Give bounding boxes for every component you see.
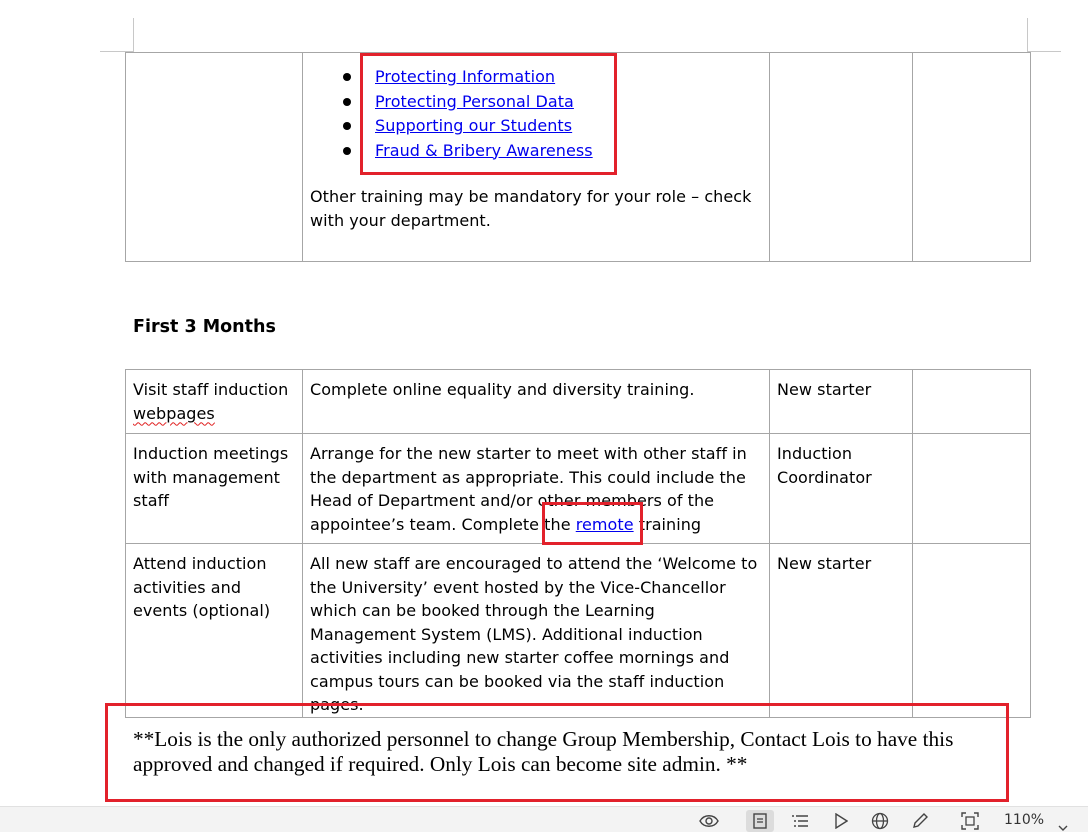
first-3-months-table: Visit staff induction webpages Complete … bbox=[125, 369, 1031, 718]
outline-view-icon[interactable] bbox=[786, 810, 814, 832]
owner-cell: New starter bbox=[769, 369, 913, 434]
zoom-level[interactable]: 110% bbox=[1004, 812, 1044, 828]
supporting-students-link[interactable]: Supporting our Students bbox=[375, 116, 572, 135]
fraud-bribery-link[interactable]: Fraud & Bribery Awareness bbox=[375, 141, 593, 160]
status-cell bbox=[912, 543, 1031, 718]
activity-cell: Visit staff induction webpages bbox=[125, 369, 303, 434]
section-heading: First 3 Months bbox=[133, 317, 276, 337]
chevron-down-icon[interactable] bbox=[1058, 816, 1068, 832]
description-cell: Arrange for the new starter to meet with… bbox=[302, 433, 770, 544]
protecting-personal-data-link[interactable]: Protecting Personal Data bbox=[375, 92, 574, 111]
protecting-information-link[interactable]: Protecting Information bbox=[375, 67, 555, 86]
pen-icon[interactable] bbox=[906, 810, 934, 832]
page-corner-mark bbox=[1027, 18, 1028, 51]
admin-note: **Lois is the only authorized personnel … bbox=[133, 727, 954, 776]
owner-cell: Induction Coordinator bbox=[769, 433, 913, 544]
page-view-icon[interactable] bbox=[746, 810, 774, 832]
eye-icon[interactable] bbox=[695, 810, 723, 832]
table-cell bbox=[912, 52, 1031, 262]
table-cell: Protecting Information Protecting Person… bbox=[302, 52, 770, 262]
status-cell bbox=[912, 433, 1031, 544]
activity-cell: Attend induction activities and events (… bbox=[125, 543, 303, 718]
description-cell: All new staff are encouraged to attend t… bbox=[302, 543, 770, 718]
training-table: Protecting Information Protecting Person… bbox=[125, 52, 1031, 262]
remote-training-link[interactable]: remote bbox=[576, 515, 634, 534]
fit-page-icon[interactable] bbox=[956, 810, 984, 832]
table-row: Attend induction activities and events (… bbox=[125, 543, 1031, 718]
table-row: Visit staff induction webpages Complete … bbox=[125, 369, 1031, 434]
owner-cell: New starter bbox=[769, 543, 913, 718]
mandatory-training-list: Protecting Information Protecting Person… bbox=[340, 65, 762, 163]
description-cell: Complete online equality and diversity t… bbox=[302, 369, 770, 434]
list-item: Fraud & Bribery Awareness bbox=[340, 139, 762, 164]
play-icon[interactable] bbox=[827, 810, 855, 832]
status-cell bbox=[912, 369, 1031, 434]
table-row: Induction meetings with management staff… bbox=[125, 433, 1031, 544]
training-note: Other training may be mandatory for your… bbox=[310, 187, 752, 230]
page-corner-mark bbox=[1027, 51, 1061, 52]
globe-icon[interactable] bbox=[866, 810, 894, 832]
table-cell bbox=[769, 52, 913, 262]
table-cell bbox=[125, 52, 303, 262]
list-item: Supporting our Students bbox=[340, 114, 762, 139]
list-item: Protecting Information bbox=[340, 65, 762, 90]
misspelled-word[interactable]: webpages bbox=[133, 404, 215, 423]
page-corner-mark bbox=[133, 18, 134, 51]
status-bar: 110% bbox=[0, 806, 1088, 832]
activity-cell: Induction meetings with management staff bbox=[125, 433, 303, 544]
list-item: Protecting Personal Data bbox=[340, 90, 762, 115]
